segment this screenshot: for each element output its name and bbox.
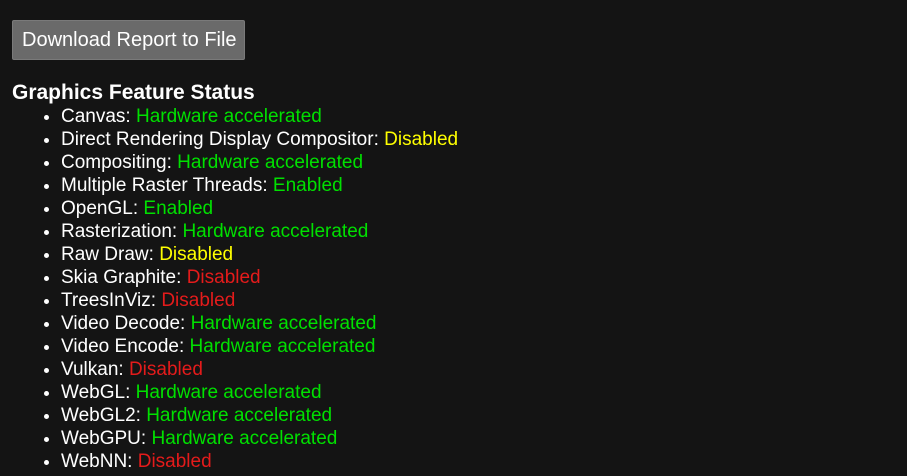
feature-status: Hardware accelerated	[151, 428, 338, 449]
feature-item-webgpu: WebGPU: Hardware accelerated	[61, 427, 458, 450]
feature-status: Hardware accelerated	[135, 382, 322, 403]
feature-name: Video Encode	[61, 336, 179, 357]
feature-name: OpenGL	[61, 198, 133, 219]
feature-name: Compositing	[61, 152, 167, 173]
feature-status: Enabled	[272, 175, 343, 196]
section-title: Graphics Feature Status	[12, 81, 255, 104]
feature-item-canvas: Canvas: Hardware accelerated	[61, 105, 458, 128]
feature-item-webgl2: WebGL2: Hardware accelerated	[61, 404, 458, 427]
feature-name: WebGL2	[61, 405, 136, 426]
feature-status: Hardware accelerated	[190, 313, 377, 334]
feature-name: Rasterization	[61, 221, 172, 242]
feature-status: Hardware accelerated	[182, 221, 369, 242]
feature-status: Hardware accelerated	[189, 336, 376, 357]
feature-item-compositing: Compositing: Hardware accelerated	[61, 151, 458, 174]
feature-item-webgl: WebGL: Hardware accelerated	[61, 381, 458, 404]
feature-name: WebGPU	[61, 428, 141, 449]
feature-status: Disabled	[159, 244, 234, 265]
feature-item-video-decode: Video Decode: Hardware accelerated	[61, 312, 458, 335]
feature-item-rasterization: Rasterization: Hardware accelerated	[61, 220, 458, 243]
feature-status: Disabled	[137, 451, 212, 472]
feature-name: WebGL	[61, 382, 126, 403]
feature-name: Video Decode	[61, 313, 181, 334]
feature-status: Hardware accelerated	[146, 405, 333, 426]
feature-item-direct-rendering-display-compositor: Direct Rendering Display Compositor: Dis…	[61, 128, 458, 151]
feature-item-opengl: OpenGL: Enabled	[61, 197, 458, 220]
feature-item-treesinviz: TreesInViz: Disabled	[61, 289, 458, 312]
feature-item-raw-draw: Raw Draw: Disabled	[61, 243, 458, 266]
feature-status: Hardware accelerated	[177, 152, 364, 173]
feature-item-skia-graphite: Skia Graphite: Disabled	[61, 266, 458, 289]
feature-status: Hardware accelerated	[135, 106, 322, 127]
download-report-button[interactable]: Download Report to File	[12, 20, 245, 60]
feature-item-video-encode: Video Encode: Hardware accelerated	[61, 335, 458, 358]
feature-status: Disabled	[128, 359, 203, 380]
feature-status: Disabled	[161, 290, 236, 311]
feature-name: Multiple Raster Threads	[61, 175, 263, 196]
feature-name: Raw Draw	[61, 244, 149, 265]
feature-name: WebNN	[61, 451, 128, 472]
feature-status: Disabled	[186, 267, 261, 288]
feature-status: Disabled	[384, 129, 459, 150]
feature-name: Vulkan	[61, 359, 119, 380]
feature-name: TreesInViz	[61, 290, 151, 311]
feature-name: Skia Graphite	[61, 267, 177, 288]
feature-item-webnn: WebNN: Disabled	[61, 450, 458, 473]
feature-status: Enabled	[143, 198, 214, 219]
feature-item-multiple-raster-threads: Multiple Raster Threads: Enabled	[61, 174, 458, 197]
feature-name: Direct Rendering Display Compositor	[61, 129, 374, 150]
feature-name: Canvas	[61, 106, 126, 127]
feature-item-vulkan: Vulkan: Disabled	[61, 358, 458, 381]
feature-status-list: Canvas: Hardware accelerated Direct Rend…	[0, 105, 458, 473]
